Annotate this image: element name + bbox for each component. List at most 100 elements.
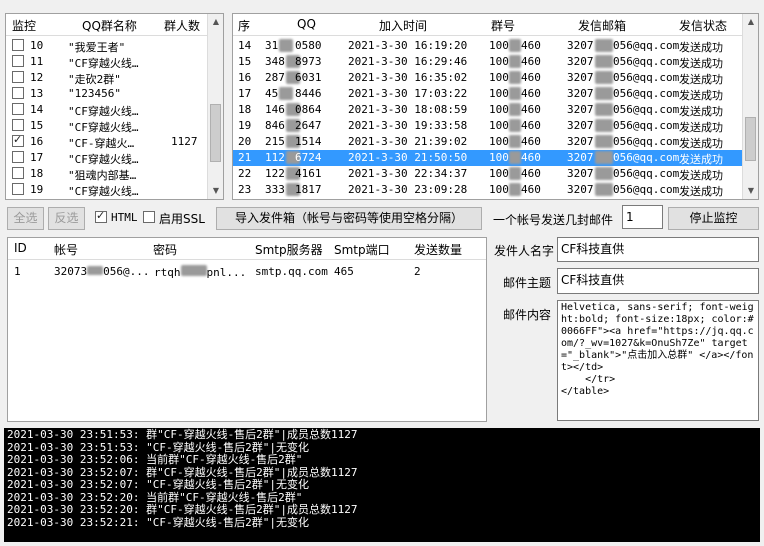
- html-check-icon[interactable]: [95, 209, 107, 223]
- list-item[interactable]: 17 "CF穿越火线…: [6, 150, 207, 166]
- row-status: 发送成功: [679, 169, 723, 182]
- table-row[interactable]: 23 333 1817 2021-3-30 23:09:28 100 460 3207 056…: [233, 182, 742, 198]
- monitor-checkbox[interactable]: [12, 151, 24, 163]
- row-mail-end: 056@qq.com: [613, 39, 680, 52]
- list-item[interactable]: 10 "我爱王者": [6, 38, 207, 54]
- group-index: 19: [30, 183, 44, 196]
- group-name: "CF穿越火线…: [68, 57, 139, 70]
- group-name: "CF穿越火线…: [68, 153, 139, 166]
- row-mail-end: 056@qq.com: [613, 167, 680, 180]
- list-item[interactable]: 19 "CF穿越火线…: [6, 182, 207, 198]
- scroll-thumb[interactable]: [745, 117, 756, 161]
- group-name: "CF穿越火线…: [68, 185, 139, 198]
- monitor-checkbox[interactable]: [12, 39, 24, 51]
- invert-select-button[interactable]: 反选: [48, 207, 85, 230]
- table-row[interactable]: 18 146 0864 2021-3-30 18:08:59 100 460 3207 056…: [233, 102, 742, 118]
- account-header: ID 帐号 密码 Smtp服务器 Smtp端口 发送数量: [8, 238, 486, 260]
- stop-monitor-button[interactable]: 停止监控: [668, 207, 759, 230]
- table-row[interactable]: 1 32073 056@... rtqh pnl... smtp.qq.com 46…: [8, 264, 486, 280]
- sender-name-input[interactable]: CF科技直供: [557, 237, 759, 262]
- list-item[interactable]: 13 "123456": [6, 86, 207, 102]
- group-list-scrollbar[interactable]: ▲ ▼: [207, 14, 223, 199]
- scroll-down-icon[interactable]: ▼: [743, 183, 759, 199]
- row-mail-end: 056@qq.com: [613, 103, 680, 116]
- group-index: 10: [30, 39, 44, 52]
- row-status: 发送成功: [679, 153, 723, 166]
- scroll-up-icon[interactable]: ▲: [743, 14, 759, 30]
- log-console[interactable]: 2021-03-30 23:51:53: 群"CF-穿越火线-售后2群"|成员总…: [4, 428, 760, 542]
- monitor-checkbox[interactable]: [12, 167, 24, 179]
- list-item[interactable]: 15 "CF穿越火线…: [6, 118, 207, 134]
- import-sender-button[interactable]: 导入发件箱（帐号与密码等使用空格分隔）: [216, 207, 482, 230]
- redacted-mask: [595, 39, 613, 52]
- group-list[interactable]: 监控 QQ群名称 群人数 10 "我爱王者" 11 "CF穿越火线… 12 "走砍2群" 1…: [5, 13, 224, 200]
- account-table[interactable]: ID 帐号 密码 Smtp服务器 Smtp端口 发送数量 1 32073 056@…: [7, 237, 487, 422]
- table-row[interactable]: 16 287 6031 2021-3-30 16:35:02 100 460 3207 056…: [233, 70, 742, 86]
- list-item[interactable]: 16 "CF-穿越火… 1127: [6, 133, 207, 150]
- row-group-end: 460: [521, 151, 541, 164]
- html-label: HTML: [111, 211, 138, 224]
- send-log-header: 序 QQ 加入时间 群号 发信邮箱 发信状态: [233, 14, 758, 36]
- per-account-input[interactable]: 1: [622, 205, 663, 229]
- table-row[interactable]: 20 215 1514 2021-3-30 21:39:02 100 460 3207 056…: [233, 134, 742, 150]
- list-item[interactable]: 18 "狙魂内部基…: [6, 166, 207, 182]
- monitor-checkbox[interactable]: [12, 87, 24, 99]
- row-group-start: 100: [489, 167, 509, 180]
- row-mail-start: 3207: [567, 39, 594, 52]
- list-item[interactable]: 11 "CF穿越火线…: [6, 54, 207, 70]
- html-checkbox[interactable]: HTML: [93, 209, 141, 227]
- monitor-checkbox[interactable]: [12, 55, 24, 67]
- redacted-mask: [595, 135, 613, 148]
- select-all-button[interactable]: 全选: [7, 207, 44, 230]
- col-send-status: 发信状态: [679, 19, 728, 33]
- ssl-checkbox[interactable]: 启用SSL: [141, 209, 207, 227]
- col-smtp-port: Smtp端口: [334, 243, 390, 257]
- group-index: 15: [30, 119, 44, 132]
- row-join-time: 2021-3-30 16:35:02: [348, 71, 468, 84]
- group-member-count: 1127: [171, 135, 198, 148]
- group-name: "狙魂内部基…: [68, 169, 137, 182]
- monitor-checkbox[interactable]: [12, 133, 24, 147]
- group-index: 14: [30, 103, 44, 116]
- group-name: "我爱王者": [68, 41, 126, 54]
- col-group-name: QQ群名称: [82, 19, 137, 33]
- redacted-mask: [509, 119, 521, 132]
- row-join-time: 2021-3-30 17:03:22: [348, 87, 468, 100]
- send-log-scrollbar[interactable]: ▲ ▼: [742, 14, 758, 199]
- monitor-checkbox[interactable]: [12, 119, 24, 131]
- row-group-start: 100: [489, 119, 509, 132]
- group-name: "CF穿越火线…: [68, 105, 139, 118]
- table-row[interactable]: 17 45 8446 2021-3-30 17:03:22 100 460 3207 056@…: [233, 86, 742, 102]
- table-row[interactable]: 14 31 0580 2021-3-30 16:19:20 100 460 3207 056@…: [233, 38, 742, 54]
- table-row[interactable]: 15 348 8973 2021-3-30 16:29:46 100 460 3207 056…: [233, 54, 742, 70]
- list-item[interactable]: 12 "走砍2群": [6, 70, 207, 86]
- row-qq-start: 31: [265, 39, 279, 52]
- scroll-thumb[interactable]: [210, 104, 221, 162]
- row-seq: 17: [238, 87, 252, 100]
- row-qq-end: 1514: [295, 135, 322, 148]
- content-textarea[interactable]: Helvetica, sans-serif; font-weight:bold;…: [557, 300, 759, 421]
- group-index: 12: [30, 71, 44, 84]
- table-row[interactable]: 19 846 2647 2021-3-30 19:33:58 100 460 3207 056…: [233, 118, 742, 134]
- row-group-end: 460: [521, 183, 541, 196]
- per-account-label: 一个帐号发送几封邮件: [493, 213, 614, 227]
- table-row[interactable]: 22 122 4161 2021-3-30 22:34:37 100 460 3207 056…: [233, 166, 742, 182]
- col-monitor: 监控: [12, 19, 37, 33]
- ssl-check-icon[interactable]: [143, 211, 155, 223]
- row-join-time: 2021-3-30 18:08:59: [348, 103, 468, 116]
- send-log-table[interactable]: 序 QQ 加入时间 群号 发信邮箱 发信状态 14 31 0580 2021-3-30…: [232, 13, 759, 200]
- monitor-checkbox[interactable]: [12, 103, 24, 115]
- redacted-mask: [595, 151, 613, 164]
- monitor-checkbox[interactable]: [12, 183, 24, 195]
- scroll-up-icon[interactable]: ▲: [208, 14, 224, 30]
- row-join-time: 2021-3-30 22:34:37: [348, 167, 468, 180]
- row-join-time: 2021-3-30 16:19:20: [348, 39, 468, 52]
- list-item[interactable]: 14 "CF穿越火线…: [6, 102, 207, 118]
- group-index: 18: [30, 167, 44, 180]
- scroll-down-icon[interactable]: ▼: [208, 183, 224, 199]
- row-mail-start: 3207: [567, 119, 594, 132]
- monitor-checkbox[interactable]: [12, 71, 24, 83]
- row-join-time: 2021-3-30 21:50:50: [348, 151, 468, 164]
- table-row[interactable]: 21 112 6724 2021-3-30 21:50:50 100 460 3207 056…: [233, 150, 742, 166]
- subject-input[interactable]: CF科技直供: [557, 268, 759, 294]
